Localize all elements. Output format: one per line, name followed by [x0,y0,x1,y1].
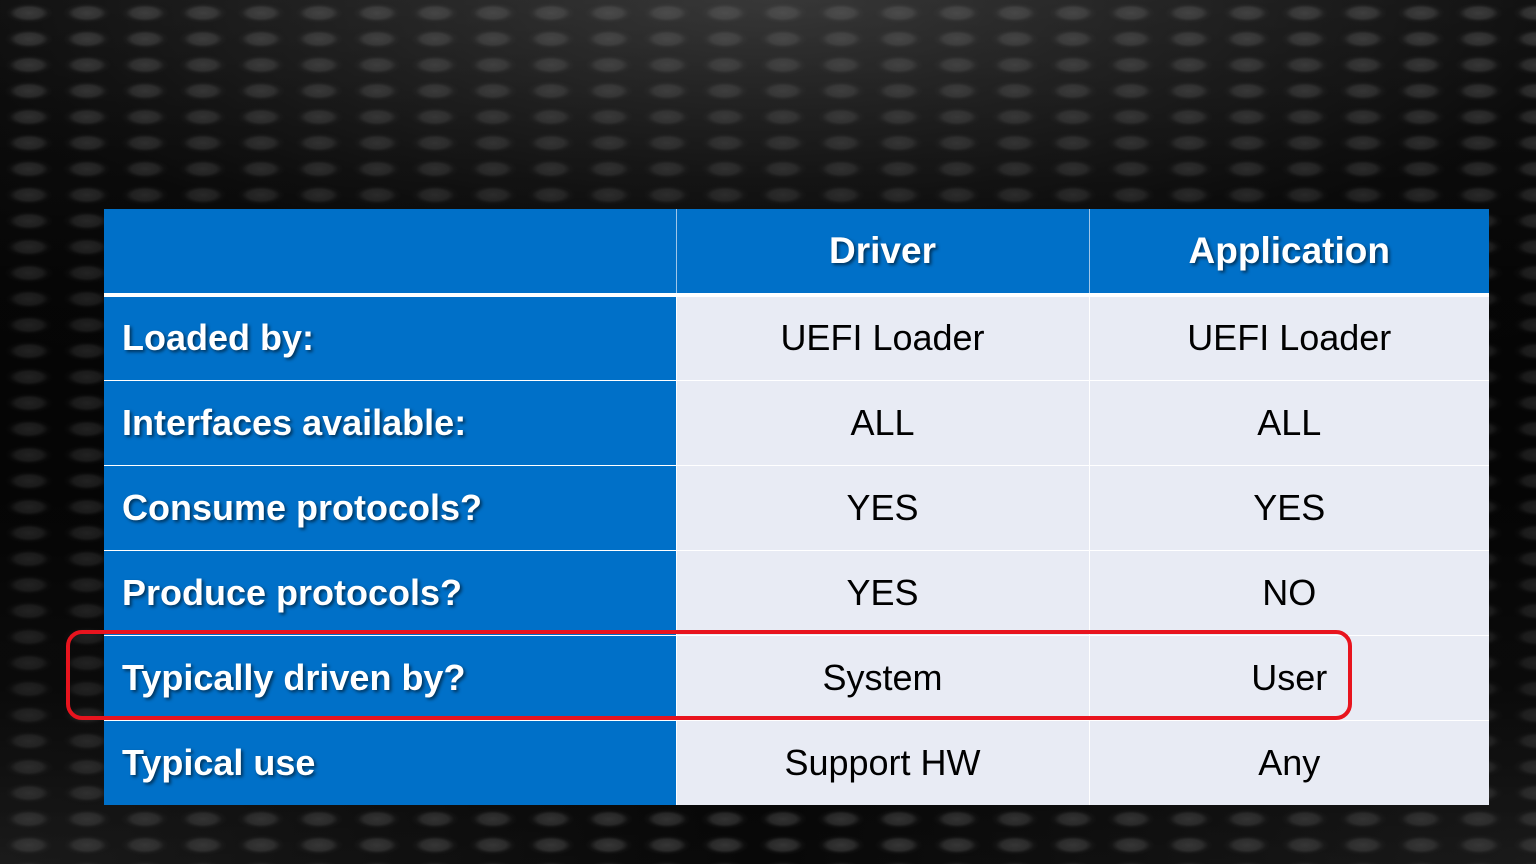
row-label: Typical use [104,719,676,805]
driver-cell: Support HW [675,719,1089,805]
table-row: Interfaces available: ALL ALL [104,379,1489,465]
table-row: Loaded by: UEFI Loader UEFI Loader [104,295,1489,380]
header-application: Application [1088,209,1489,297]
table-row: Consume protocols? YES YES [104,464,1489,550]
driver-cell: YES [675,549,1089,635]
table-row-highlighted: Typically driven by? System User [104,634,1489,720]
driver-cell: System [675,634,1089,720]
application-cell: ALL [1088,379,1489,465]
table-row: Produce protocols? YES NO [104,549,1489,635]
row-label: Interfaces available: [104,379,676,465]
header-driver: Driver [675,209,1089,297]
row-label: Loaded by: [104,295,676,380]
application-cell: NO [1088,549,1489,635]
header-corner-cell [104,209,676,297]
row-label: Consume protocols? [104,464,676,550]
row-label: Produce protocols? [104,549,676,635]
driver-cell: UEFI Loader [675,295,1089,380]
application-cell: UEFI Loader [1088,295,1489,380]
table-row: Typical use Support HW Any [104,719,1489,805]
comparison-table: Driver Application Loaded by: UEFI Loade… [104,209,1489,805]
application-cell: Any [1088,719,1489,805]
row-label: Typically driven by? [104,634,676,720]
header-row: Driver Application [104,209,1489,297]
application-cell: YES [1088,464,1489,550]
driver-cell: ALL [675,379,1089,465]
application-cell: User [1088,634,1489,720]
driver-cell: YES [675,464,1089,550]
slide: Driver Application Loaded by: UEFI Loade… [0,0,1536,864]
